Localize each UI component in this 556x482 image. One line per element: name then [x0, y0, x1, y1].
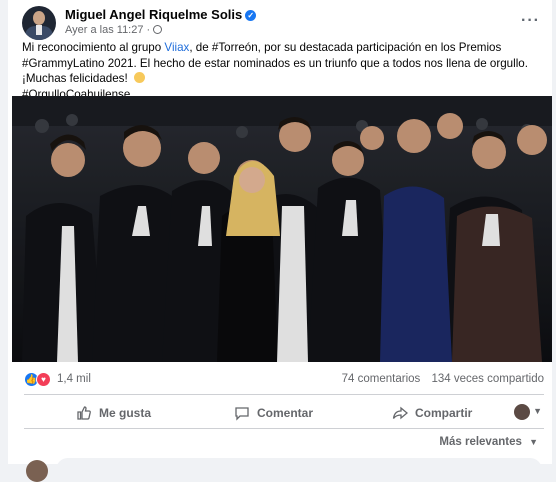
post-photo[interactable]: [12, 96, 552, 362]
comment-label: Comentar: [257, 406, 314, 420]
clapping-hands-emoji: [133, 72, 145, 83]
viewer-avatar[interactable]: [514, 404, 530, 420]
globe-icon: [153, 25, 163, 34]
post-header: Miguel Angel Riquelme Solis ✓ Ayer a las …: [22, 6, 542, 42]
commenter-avatar: [26, 460, 48, 482]
author-name[interactable]: Miguel Angel Riquelme Solis: [65, 7, 242, 22]
verified-badge-icon: ✓: [245, 10, 257, 21]
reaction-bar: 👍 ♥ 1,4 mil 74 comentarios 134 veces com…: [24, 372, 544, 388]
love-reaction-icon[interactable]: ♥: [36, 372, 51, 387]
like-button[interactable]: Me gusta: [76, 400, 151, 426]
shares-count[interactable]: 134 veces compartido: [431, 373, 544, 385]
comment-button[interactable]: Comentar: [234, 400, 313, 426]
share-arrow-icon: [392, 406, 408, 420]
chevron-down-icon: ▼: [529, 437, 538, 447]
divider: [24, 428, 544, 429]
thumbs-up-icon: [77, 406, 91, 420]
comment-bubble-icon: [235, 407, 249, 421]
post-card: Miguel Angel Riquelme Solis ✓ Ayer a las …: [8, 0, 552, 482]
post-text-part: Mi reconocimiento al grupo: [22, 41, 165, 54]
group-photo-illustration: [12, 96, 552, 362]
post-meta: Ayer a las 11:27 ·: [65, 24, 163, 36]
more-options-icon[interactable]: ···: [521, 12, 540, 30]
share-label: Compartir: [415, 406, 473, 420]
post-timestamp[interactable]: Ayer a las 11:27: [65, 24, 143, 36]
engagement-stats: 74 comentarios 134 veces compartido: [334, 373, 544, 385]
author-name-row: Miguel Angel Riquelme Solis ✓: [65, 7, 257, 22]
divider: [24, 394, 544, 395]
comments-count[interactable]: 74 comentarios: [342, 373, 421, 385]
post-text: Mi reconocimiento al grupo Viiax, de #To…: [22, 40, 542, 102]
share-button[interactable]: Compartir: [392, 400, 472, 426]
meta-separator: ·: [146, 24, 151, 36]
post-actions: Me gusta Comentar Compartir ▼: [24, 400, 544, 426]
author-avatar[interactable]: [22, 6, 56, 40]
group-link[interactable]: Viiax: [164, 41, 189, 54]
comment-sort-dropdown[interactable]: Más relevantes ▼: [439, 436, 538, 448]
chevron-down-icon[interactable]: ▼: [533, 406, 542, 416]
comment-input[interactable]: [56, 458, 542, 482]
reaction-count[interactable]: 1,4 mil: [57, 373, 91, 385]
sort-label: Más relevantes: [439, 436, 522, 448]
like-label: Me gusta: [99, 406, 152, 420]
